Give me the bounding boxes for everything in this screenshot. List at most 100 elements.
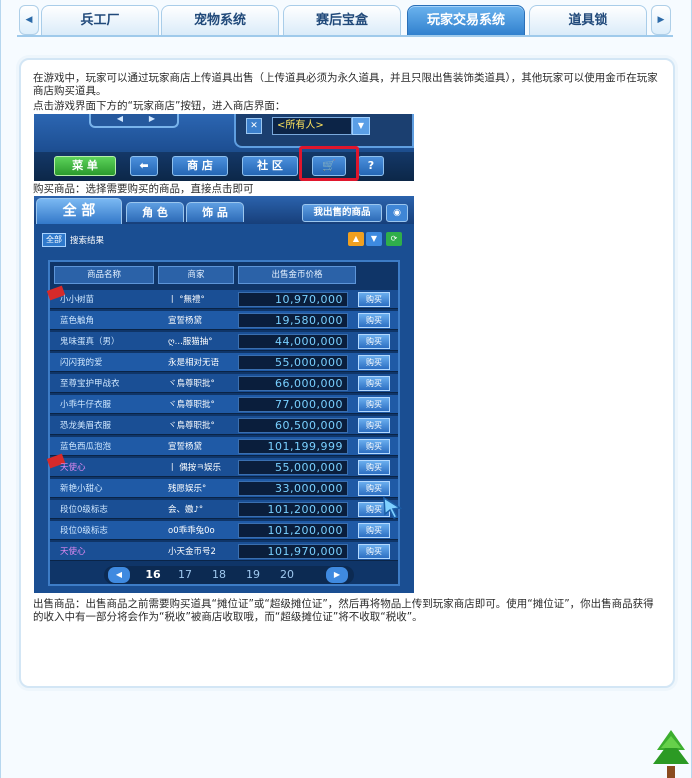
filter-box: ✕ <所有人> ▼ <box>234 114 414 148</box>
page-20: 20 <box>280 568 294 581</box>
price-box: 101,200,000 <box>238 523 348 538</box>
table-row: 天使心 小天金币号2 101,970,000 购买 <box>50 542 398 561</box>
shop-body: 全部 搜索结果 ▲ ▼ ⟳ 商品名称 商家 出售金币价格 小小树苗 丨 °無禮° 1… <box>34 224 414 593</box>
tab-player-trade-system[interactable]: 玩家交易系统 <box>407 5 525 36</box>
item-price: 101,200,000 <box>267 524 343 537</box>
player-shop-highlight <box>299 146 359 181</box>
item-name: 鬼味蛋真（男） <box>60 337 120 347</box>
buy-button: 购买 <box>358 418 390 433</box>
item-name: 段位0级标志 <box>60 526 108 536</box>
item-name: 小乖牛仔衣服 <box>60 400 112 410</box>
item-price: 101,199,999 <box>267 440 343 453</box>
item-price: 55,000,000 <box>275 461 343 474</box>
arrow-left-icon: ⬅ <box>130 156 158 176</box>
item-seller: 丨 偶按ㅋ娱乐 <box>168 463 222 473</box>
price-box: 101,200,000 <box>238 502 348 517</box>
page-16: 16 <box>145 568 161 581</box>
owner-filter-select: <所有人> <box>272 117 352 135</box>
item-name: 新艳小甜心 <box>60 484 103 494</box>
page-frame: ◀ 兵工厂 宠物系统 赛后宝盒 玩家交易系统 道具锁 ▶ 在游戏中，玩家可以通过… <box>0 0 692 778</box>
step-sell-text: 出售商品：出售商品之前需要购买道具“摊位证”或“超级摊位证”，然后再将物品上传到… <box>33 598 654 623</box>
item-price: 19,580,000 <box>275 314 343 327</box>
result-bar: 全部 搜索结果 ▲ ▼ ⟳ <box>42 232 406 248</box>
item-price: 33,000,000 <box>275 482 343 495</box>
item-seller: ヾ鳥尊职批° <box>168 421 215 431</box>
item-seller: 宣誓杨黛 <box>168 316 203 326</box>
item-seller: 小天金币号2 <box>168 547 216 557</box>
item-name: 蓝色西瓜泡泡 <box>60 442 112 452</box>
item-name: 至尊宝护甲战衣 <box>60 379 120 389</box>
tab-arsenal[interactable]: 兵工厂 <box>41 5 159 36</box>
item-seller: 宣誓杨黛 <box>168 442 203 452</box>
price-box: 33,000,000 <box>238 481 348 496</box>
arrow-up-icon: ▲ <box>348 232 364 246</box>
price-box: 101,970,000 <box>238 544 348 559</box>
intro-text: 在游戏中，玩家可以通过玩家商店上传道具出售（上传道具必须为永久道具，并且只限出售… <box>33 72 658 97</box>
toolbar-screenshot-top: ◀ ▶ ✕ <所有人> ▼ <box>34 114 414 150</box>
item-price: 66,000,000 <box>275 377 343 390</box>
item-name: 天使心 <box>60 547 86 557</box>
header-price: 出售金币价格 <box>238 266 356 284</box>
price-box: 44,000,000 <box>238 334 348 349</box>
item-seller: 丨 °無禮° <box>168 295 205 305</box>
shop-option-icon: ◉ <box>386 204 408 222</box>
table-row: 段位0级标志 会、嫐♪° 101,200,000 购买 <box>50 500 398 519</box>
help-button: ? <box>358 156 384 176</box>
table-row: 闪闪我的爱 永是相对无语 55,000,000 购买 <box>50 353 398 372</box>
tab-pet-system[interactable]: 宠物系统 <box>161 5 279 36</box>
table-header: 商品名称 商家 出售金币价格 <box>50 266 398 284</box>
tab-item-lock[interactable]: 道具锁 <box>529 5 647 36</box>
chevron-down-icon: ▼ <box>352 117 370 135</box>
mouse-cursor-icon <box>383 496 402 519</box>
tab-bar: ◀ 兵工厂 宠物系统 赛后宝盒 玩家交易系统 道具锁 ▶ <box>17 4 677 36</box>
item-seller: 会、嫐♪° <box>168 505 204 515</box>
buy-button: 购买 <box>358 292 390 307</box>
item-seller: o0乖乖兔0o <box>168 526 215 536</box>
tab-scroll-left-icon[interactable]: ◀ <box>19 5 39 35</box>
all-badge: 全部 <box>42 233 66 247</box>
page-17: 17 <box>178 568 192 581</box>
item-name: 恐龙美眉衣服 <box>60 421 112 431</box>
table-row: 蓝色西瓜泡泡 宣誓杨黛 101,199,999 购买 <box>50 437 398 456</box>
table-row: 恐龙美眉衣服 ヾ鳥尊职批° 60,500,000 购买 <box>50 416 398 435</box>
buy-button: 购买 <box>358 334 390 349</box>
tab-scroll-right-icon[interactable]: ▶ <box>651 5 671 35</box>
pager-prev-icon: ◀ <box>108 567 130 583</box>
table-row: 鬼味蛋真（男） ღ...服猫抽° 44,000,000 购买 <box>50 332 398 351</box>
item-price: 44,000,000 <box>275 335 343 348</box>
table-row: 新艳小甜心 残愿娱乐° 33,000,000 购买 <box>50 479 398 498</box>
menu-button: 菜 单 <box>54 156 116 176</box>
pager: ◀ 16 17 18 19 20 ▶ <box>104 566 354 584</box>
item-name: 段位0级标志 <box>60 505 108 515</box>
table-row: 段位0级标志 o0乖乖兔0o 101,200,000 购买 <box>50 521 398 540</box>
item-price: 101,200,000 <box>267 503 343 516</box>
shop-tab-role: 角 色 <box>126 202 184 222</box>
item-price: 77,000,000 <box>275 398 343 411</box>
tab-post-match-box[interactable]: 赛后宝盒 <box>283 5 401 36</box>
arrow-down-icon: ▼ <box>366 232 382 246</box>
item-seller: ღ...服猫抽° <box>168 337 213 347</box>
shop-tab-bar: 全 部 角 色 饰 品 我出售的商品 ◉ <box>34 196 414 224</box>
nav-right-icon: ▶ <box>148 114 156 123</box>
item-price: 60,500,000 <box>275 419 343 432</box>
shop-screenshot: 全 部 角 色 饰 品 我出售的商品 ◉ 全部 搜索结果 ▲ ▼ ⟳ 商品名称 … <box>34 196 414 593</box>
item-seller: 残愿娱乐° <box>168 484 207 494</box>
shop-tab-all: 全 部 <box>36 198 122 224</box>
price-box: 10,970,000 <box>238 292 348 307</box>
table-row: 至尊宝护甲战衣 ヾ鳥尊职批° 66,000,000 购买 <box>50 374 398 393</box>
price-box: 60,500,000 <box>238 418 348 433</box>
table-row: 小小树苗 丨 °無禮° 10,970,000 购买 <box>46 285 398 309</box>
table-row: 小乖牛仔衣服 ヾ鳥尊职批° 77,000,000 购买 <box>50 395 398 414</box>
header-item-name: 商品名称 <box>54 266 154 284</box>
item-seller: ヾ鳥尊职批° <box>168 400 215 410</box>
table-row: 蓝色触角 宣誓杨黛 19,580,000 购买 <box>50 311 398 330</box>
buy-button: 购买 <box>358 523 390 538</box>
buy-button: 购买 <box>358 376 390 391</box>
item-price: 55,000,000 <box>275 356 343 369</box>
item-table: 商品名称 商家 出售金币价格 小小树苗丨 °無禮° 10,970,000 购买 蓝色触… <box>46 260 400 586</box>
buy-button: 购买 <box>358 313 390 328</box>
item-name: 蓝色触角 <box>60 316 95 326</box>
item-price: 10,970,000 <box>275 293 343 306</box>
price-box: 55,000,000 <box>238 460 348 475</box>
buy-button: 购买 <box>358 439 390 454</box>
